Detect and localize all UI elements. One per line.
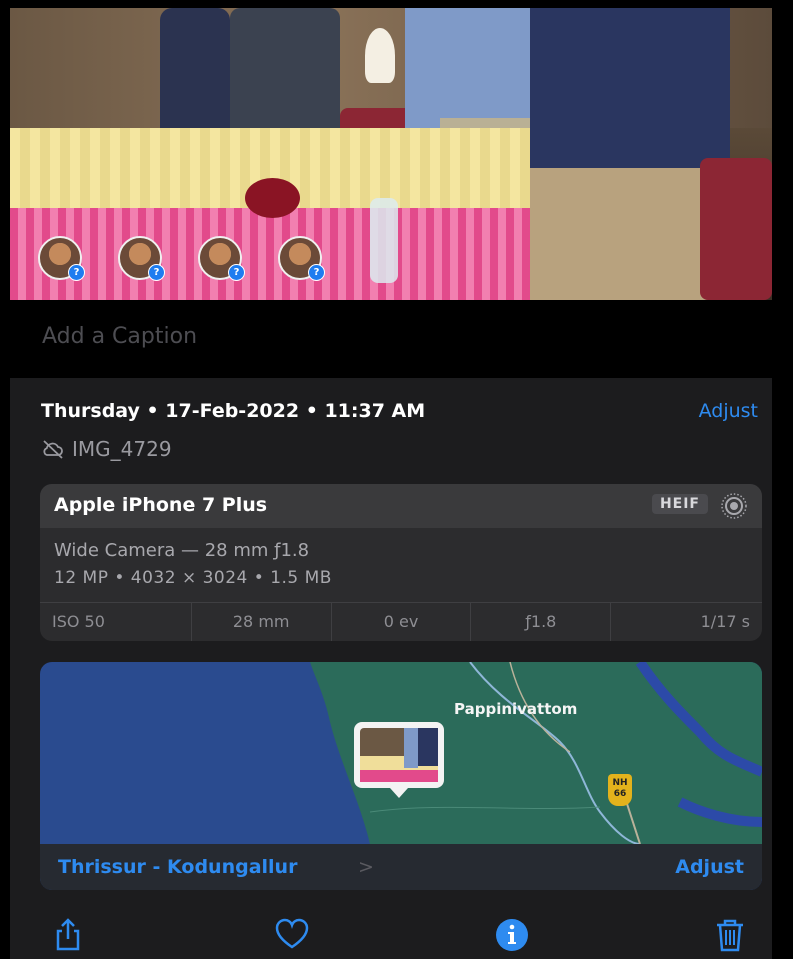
photo-location-pin[interactable] bbox=[352, 720, 446, 800]
face-4[interactable]: ? bbox=[278, 236, 325, 281]
photo-person bbox=[530, 8, 730, 188]
caption-field[interactable]: Add a Caption bbox=[10, 300, 772, 378]
lens-info: Wide Camera — 28 mm ƒ1.8 bbox=[54, 540, 310, 561]
face-3[interactable]: ? bbox=[198, 236, 245, 281]
photo-trousers bbox=[530, 168, 710, 300]
unknown-person-badge: ? bbox=[308, 264, 325, 281]
file-name: IMG_4729 bbox=[72, 437, 172, 461]
unknown-person-badge: ? bbox=[148, 264, 165, 281]
exif-shutter-speed: 1/17 s bbox=[700, 612, 750, 631]
chevron-right-icon: > bbox=[358, 856, 374, 878]
camera-card-header: Apple iPhone 7 Plus HEIF bbox=[40, 484, 762, 528]
exif-exposure-bias: 0 ev bbox=[332, 603, 472, 641]
format-badge: HEIF bbox=[651, 494, 708, 514]
trash-icon[interactable] bbox=[712, 917, 748, 953]
photo[interactable]: ? ? ? ? bbox=[10, 8, 772, 300]
face-1[interactable]: ? bbox=[38, 236, 85, 281]
unknown-person-badge: ? bbox=[68, 264, 85, 281]
share-icon[interactable] bbox=[50, 917, 86, 953]
capture-datetime: Thursday • 17-Feb-2022 • 11:37 AM bbox=[41, 400, 426, 422]
photo-bottle bbox=[370, 198, 398, 283]
exif-iso: ISO 50 bbox=[40, 603, 192, 641]
map-place-label: Pappinivattom bbox=[454, 700, 578, 718]
photo-trophy bbox=[365, 28, 395, 83]
cloud-slash-icon bbox=[43, 440, 63, 459]
caption-placeholder: Add a Caption bbox=[42, 324, 198, 349]
unknown-person-badge: ? bbox=[228, 264, 245, 281]
adjust-datetime-button[interactable]: Adjust bbox=[699, 400, 758, 422]
highway-badge: NH 66 bbox=[608, 774, 632, 806]
photo-table-skirt bbox=[10, 208, 530, 300]
exif-row: ISO 50 28 mm 0 ev ƒ1.8 1/17 s bbox=[40, 603, 762, 641]
map-footer: Thrissur - Kodungallur > Adjust bbox=[40, 844, 762, 890]
adjust-location-button[interactable]: Adjust bbox=[675, 856, 744, 878]
face-2[interactable]: ? bbox=[118, 236, 165, 281]
photo-info-screen: ? ? ? ? Add a Caption Thursday • 17-Feb-… bbox=[10, 8, 772, 959]
live-photo-icon[interactable] bbox=[720, 492, 748, 520]
heart-icon[interactable] bbox=[274, 917, 310, 953]
device-name: Apple iPhone 7 Plus bbox=[54, 494, 268, 516]
location-link[interactable]: Thrissur - Kodungallur bbox=[58, 856, 297, 878]
highway-badge-prefix: NH bbox=[612, 778, 628, 788]
photo-chair bbox=[700, 158, 772, 300]
bottom-toolbar bbox=[10, 901, 772, 959]
camera-info-card: Apple iPhone 7 Plus HEIF Wide Camera — 2… bbox=[40, 484, 762, 641]
image-specs: 12 MP • 4032 × 3024 • 1.5 MB bbox=[54, 568, 332, 588]
exif-focal-length: 28 mm bbox=[192, 603, 332, 641]
highway-badge-number: 66 bbox=[613, 789, 627, 799]
exif-aperture: ƒ1.8 bbox=[471, 603, 612, 641]
location-map[interactable]: Pappinivattom NH 66 Thrissur - Kodungall… bbox=[40, 662, 762, 890]
info-icon[interactable] bbox=[494, 917, 530, 953]
photo-bouquet bbox=[245, 178, 300, 218]
